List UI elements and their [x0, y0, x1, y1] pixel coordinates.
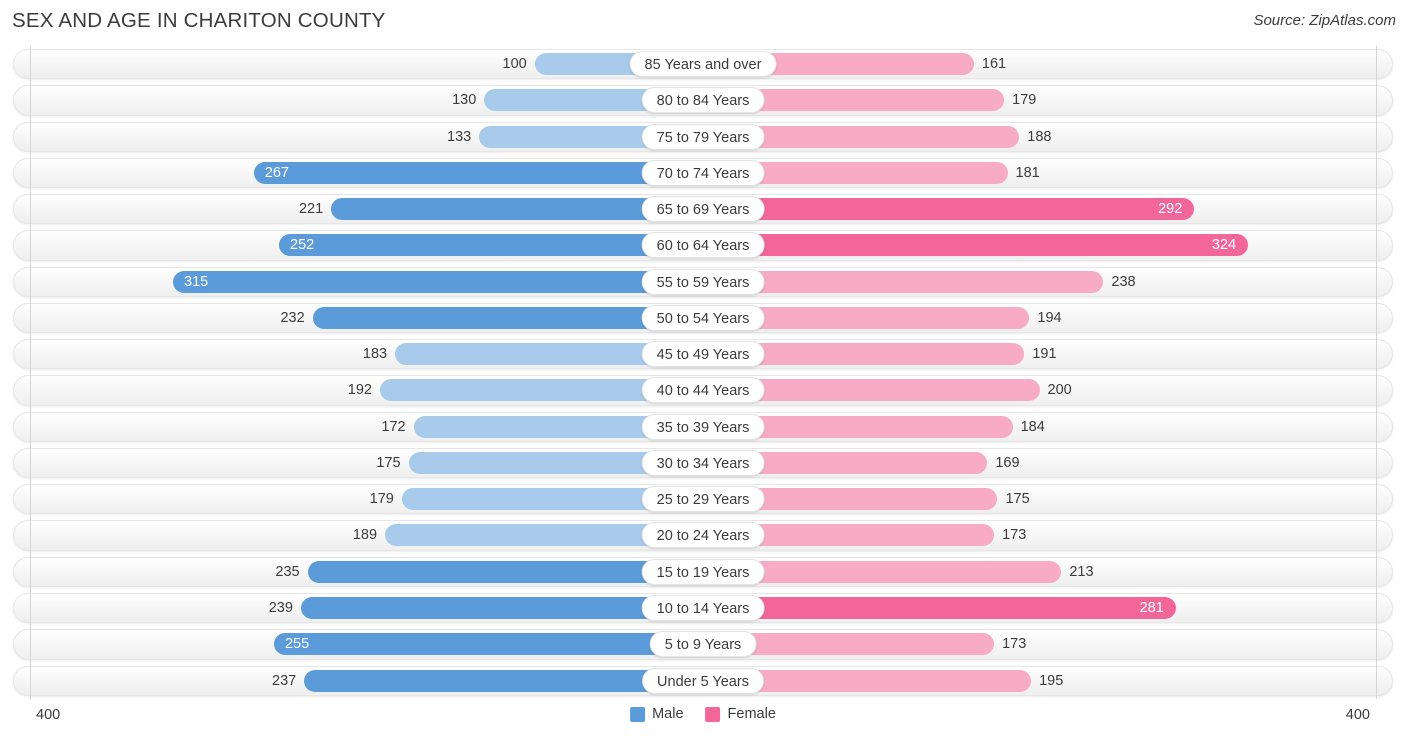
male-value-label: 221: [298, 201, 324, 218]
chart-row: 232 194 50 to 54 Years: [0, 300, 1406, 336]
female-value-label: 173: [1002, 636, 1027, 653]
age-group-label: 45 to 49 Years: [641, 341, 765, 368]
female-value-label: 179: [1012, 92, 1037, 109]
male-value-label: 255: [284, 636, 310, 653]
age-group-label: 10 to 14 Years: [641, 594, 765, 621]
chart-row: 183 191 45 to 49 Years: [0, 336, 1406, 372]
chart-row: 100 161 85 Years and over: [0, 46, 1406, 82]
axis-max-right: 400: [1345, 707, 1370, 723]
chart-row: 255 173 5 to 9 Years: [0, 626, 1406, 662]
chart-row: 221 292 65 to 69 Years: [0, 191, 1406, 227]
chart-row: 315 238 55 to 59 Years: [0, 264, 1406, 300]
female-value-label: 200: [1047, 382, 1072, 399]
female-value-label: 194: [1037, 309, 1062, 326]
chart-row: 235 213 15 to 19 Years: [0, 554, 1406, 590]
age-group-label: 50 to 54 Years: [641, 304, 765, 331]
chart-row: 172 184 35 to 39 Years: [0, 409, 1406, 445]
chart-row: 189 173 20 to 24 Years: [0, 517, 1406, 553]
male-value-label: 133: [447, 128, 472, 145]
legend-label-female: Female: [727, 706, 776, 722]
age-group-label: 25 to 29 Years: [641, 486, 765, 513]
source-attribution: Source: ZipAtlas.com: [1253, 12, 1396, 29]
age-group-label: 35 to 39 Years: [641, 413, 765, 440]
female-value-label: 173: [1002, 527, 1027, 544]
age-group-label: Under 5 Years: [642, 667, 764, 694]
chart-row: 133 188 75 to 79 Years: [0, 119, 1406, 155]
chart-row: 179 175 25 to 29 Years: [0, 481, 1406, 517]
female-value-label: 188: [1027, 128, 1052, 145]
age-group-label: 55 to 59 Years: [641, 268, 765, 295]
chart-row: 252 324 60 to 64 Years: [0, 227, 1406, 263]
male-color-swatch: [630, 706, 646, 722]
age-group-label: 5 to 9 Years: [649, 631, 757, 658]
age-group-label: 85 Years and over: [629, 51, 777, 77]
legend-item-female[interactable]: Female: [705, 706, 776, 722]
female-bar[interactable]: 292: [703, 198, 1195, 221]
male-value-label: 237: [272, 672, 297, 689]
male-value-label: 183: [362, 346, 388, 363]
male-value-label: 239: [268, 599, 293, 616]
age-group-label: 15 to 19 Years: [641, 558, 765, 585]
male-value-label: 235: [275, 563, 300, 580]
male-value-label: 232: [280, 309, 305, 326]
chart-footer: 400 400 Male Female: [0, 699, 1406, 740]
male-value-label: 130: [452, 92, 477, 109]
chart-row: 267 181 70 to 74 Years: [0, 155, 1406, 191]
male-value-label: 172: [381, 418, 406, 435]
male-value-label: 192: [347, 382, 372, 399]
axis-line-left: [30, 46, 31, 699]
female-value-label: 281: [1139, 599, 1164, 616]
female-value-label: 292: [1158, 201, 1183, 218]
male-value-label: 252: [290, 237, 315, 254]
population-pyramid-plot: 100 161 85 Years and over 130 179 80 to 84 Ye…: [0, 46, 1406, 699]
male-bar[interactable]: 255: [273, 633, 703, 656]
female-value-label: 184: [1020, 418, 1045, 435]
female-value-label: 324: [1211, 237, 1237, 254]
male-value-label: 175: [376, 454, 401, 471]
chart-rows: 100 161 85 Years and over 130 179 80 to 84 Ye…: [0, 46, 1406, 699]
chart-row: 130 179 80 to 84 Years: [0, 82, 1406, 118]
male-value-label: 100: [502, 56, 527, 72]
legend-item-male[interactable]: Male: [630, 706, 684, 722]
female-value-label: 238: [1111, 273, 1136, 290]
male-bar[interactable]: 315: [173, 270, 703, 293]
age-group-label: 75 to 79 Years: [641, 123, 765, 150]
chart-page: SEX AND AGE IN CHARITON COUNTY Source: Z…: [0, 0, 1406, 740]
age-group-label: 30 to 34 Years: [641, 449, 765, 476]
female-value-label: 161: [981, 56, 1007, 72]
age-group-label: 80 to 84 Years: [641, 87, 765, 114]
female-value-label: 195: [1039, 672, 1064, 689]
male-value-label: 179: [369, 491, 394, 508]
axis-line-right: [1376, 46, 1377, 699]
male-bar[interactable]: 267: [253, 161, 703, 184]
male-value-label: 315: [184, 273, 209, 290]
chart-legend: Male Female: [630, 706, 776, 722]
legend-label-male: Male: [652, 706, 684, 722]
age-group-label: 60 to 64 Years: [641, 232, 765, 259]
age-group-label: 70 to 74 Years: [641, 159, 765, 186]
age-group-label: 40 to 44 Years: [641, 377, 765, 404]
age-group-label: 65 to 69 Years: [641, 196, 765, 223]
female-bar[interactable]: 281: [703, 596, 1176, 619]
female-value-label: 213: [1069, 563, 1094, 580]
female-value-label: 191: [1032, 346, 1057, 363]
female-color-swatch: [705, 706, 721, 722]
male-value-label: 189: [352, 527, 378, 544]
chart-row: 239 281 10 to 14 Years: [0, 590, 1406, 626]
axis-max-left: 400: [36, 707, 61, 723]
female-bar[interactable]: 324: [703, 234, 1249, 257]
female-value-label: 175: [1005, 491, 1030, 508]
male-value-label: 267: [264, 164, 289, 181]
chart-row: 175 169 30 to 34 Years: [0, 445, 1406, 481]
chart-row: 192 200 40 to 44 Years: [0, 372, 1406, 408]
chart-header: SEX AND AGE IN CHARITON COUNTY Source: Z…: [0, 0, 1406, 46]
female-value-label: 181: [1015, 164, 1040, 181]
chart-row: 237 195 Under 5 Years: [0, 663, 1406, 699]
age-group-label: 20 to 24 Years: [641, 522, 765, 549]
female-value-label: 169: [995, 454, 1020, 471]
male-bar[interactable]: 252: [279, 234, 703, 257]
page-title: SEX AND AGE IN CHARITON COUNTY: [12, 9, 386, 32]
